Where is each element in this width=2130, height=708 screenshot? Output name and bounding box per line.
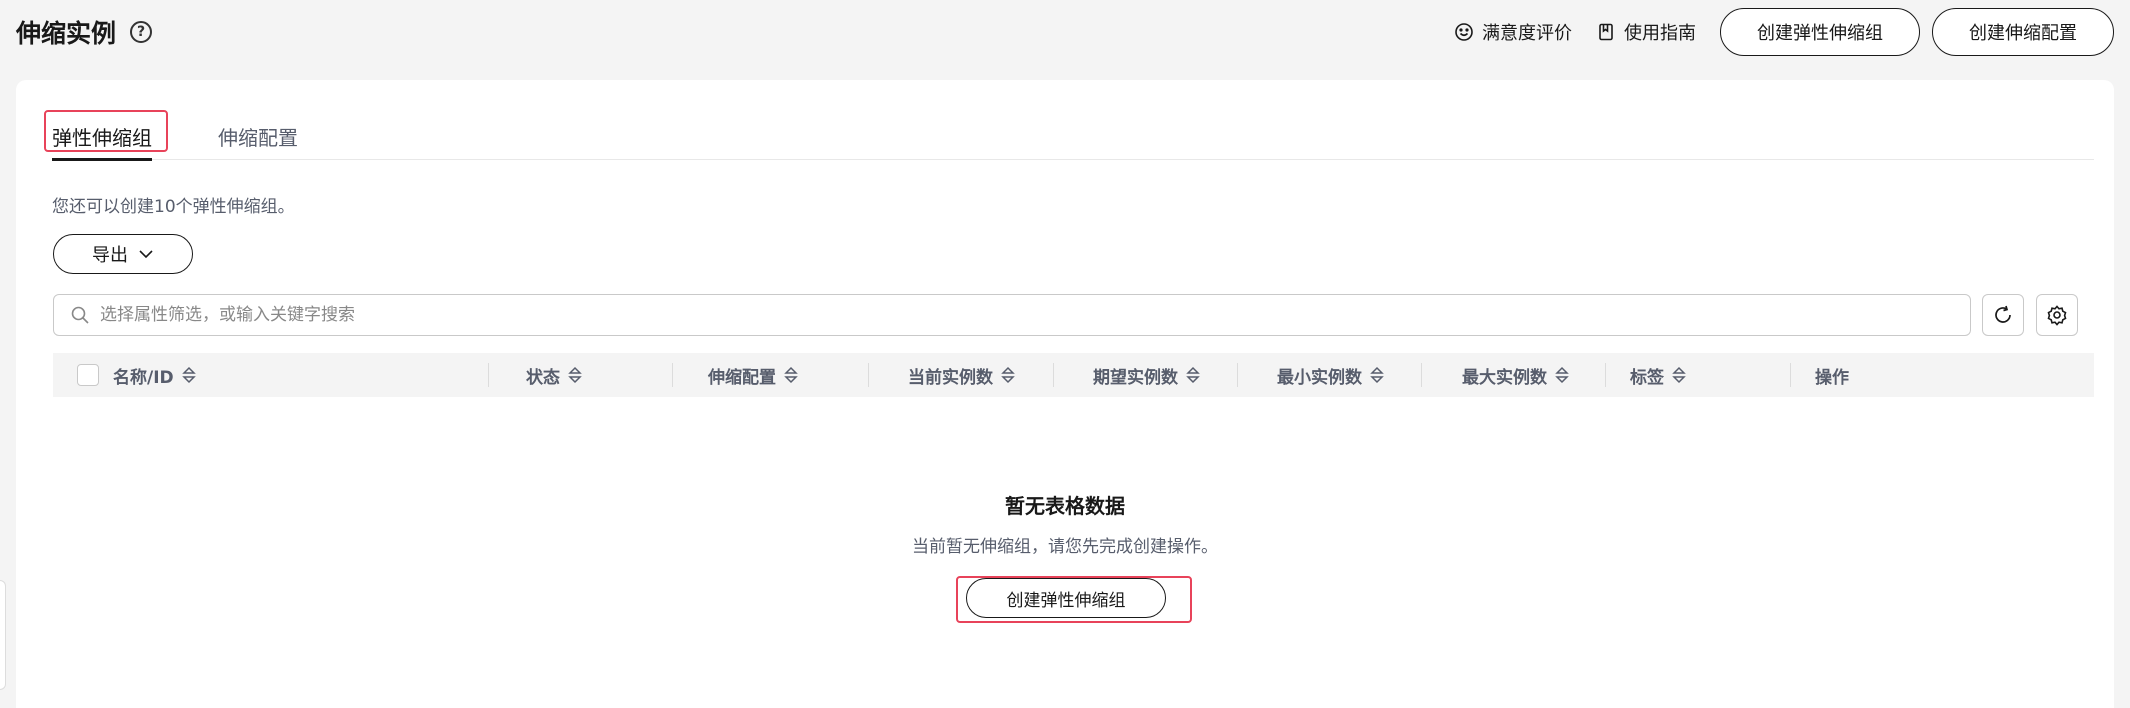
page-header: 伸缩实例 ? 满意度评价 使用指南 创建弹性伸缩组 创建伸缩配置 (0, 0, 2130, 78)
main-card: 弹性伸缩组 伸缩配置 您还可以创建10个弹性伸缩组。 导出 名称/ID (16, 80, 2114, 708)
sort-icon (784, 366, 798, 384)
sort-icon (1186, 366, 1200, 384)
search-box[interactable] (53, 294, 1971, 336)
quota-text: 您还可以创建10个弹性伸缩组。 (52, 197, 295, 217)
column-label: 状态 (526, 367, 560, 388)
sort-icon (568, 366, 582, 384)
chevron-down-icon (139, 250, 153, 259)
settings-button[interactable] (2036, 294, 2078, 336)
column-header-status[interactable]: 状态 (526, 353, 582, 397)
book-icon (1599, 23, 1613, 41)
column-header-name[interactable]: 名称/ID (113, 353, 196, 397)
table-header: 名称/ID 状态 伸缩配置 当前实例数 期望实例数 最小实例数 最大实例数 标签… (53, 353, 2094, 397)
search-input[interactable] (100, 305, 1900, 325)
column-header-max-instances[interactable]: 最大实例数 (1462, 353, 1569, 397)
column-divider (1237, 363, 1238, 387)
column-header-current-instances[interactable]: 当前实例数 (908, 353, 1015, 397)
sort-icon (181, 366, 196, 384)
column-divider (1790, 363, 1791, 387)
sort-icon (1555, 366, 1569, 384)
column-label: 操作 (1815, 367, 1849, 388)
column-header-config[interactable]: 伸缩配置 (708, 353, 798, 397)
column-header-actions: 操作 (1815, 353, 1849, 397)
question-circle-icon[interactable]: ? (130, 21, 153, 43)
smile-icon (1455, 23, 1473, 41)
guide-label: 使用指南 (1624, 23, 1696, 44)
refresh-icon (1995, 305, 2011, 323)
empty-create-group-button[interactable]: 创建弹性伸缩组 (966, 578, 1166, 618)
tab-bar: 弹性伸缩组 伸缩配置 (52, 112, 2094, 161)
tab-scaling-group[interactable]: 弹性伸缩组 (52, 112, 152, 161)
column-divider (868, 363, 869, 387)
export-label: 导出 (92, 245, 128, 266)
column-header-desired-instances[interactable]: 期望实例数 (1093, 353, 1200, 397)
sort-icon (1370, 366, 1384, 384)
column-label: 伸缩配置 (708, 367, 776, 388)
column-label: 期望实例数 (1093, 367, 1178, 388)
column-divider (1605, 363, 1606, 387)
column-label: 最大实例数 (1462, 367, 1547, 388)
satisfaction-label: 满意度评价 (1482, 23, 1572, 44)
column-divider (672, 363, 673, 387)
column-divider (488, 363, 489, 387)
create-config-button[interactable]: 创建伸缩配置 (1932, 8, 2114, 56)
column-label: 名称/ID (113, 367, 174, 388)
empty-state-title: 暂无表格数据 (1005, 494, 1125, 518)
sort-icon (1001, 366, 1015, 384)
empty-state-description: 当前暂无伸缩组，请您先完成创建操作。 (912, 537, 1218, 557)
column-divider (1421, 363, 1422, 387)
select-all-checkbox[interactable] (77, 364, 99, 386)
column-divider (1053, 363, 1054, 387)
create-group-button[interactable]: 创建弹性伸缩组 (1720, 8, 1920, 56)
column-header-min-instances[interactable]: 最小实例数 (1277, 353, 1384, 397)
column-header-tags[interactable]: 标签 (1630, 353, 1686, 397)
export-button[interactable]: 导出 (53, 234, 193, 274)
satisfaction-link[interactable]: 满意度评价 (1454, 19, 1572, 45)
tab-scaling-config[interactable]: 伸缩配置 (218, 112, 298, 160)
column-label: 最小实例数 (1277, 367, 1362, 388)
gear-icon (2047, 305, 2067, 326)
page-title: 伸缩实例 (16, 19, 117, 48)
header-left: 伸缩实例 ? (16, 14, 153, 50)
column-label: 标签 (1630, 367, 1664, 388)
header-actions: 满意度评价 使用指南 创建弹性伸缩组 创建伸缩配置 (1454, 8, 2114, 56)
refresh-button[interactable] (1982, 294, 2024, 336)
side-panel-handle[interactable] (0, 580, 6, 690)
sort-icon (1672, 366, 1686, 384)
column-label: 当前实例数 (908, 367, 993, 388)
guide-link[interactable]: 使用指南 (1596, 19, 1696, 45)
search-icon (71, 306, 89, 324)
